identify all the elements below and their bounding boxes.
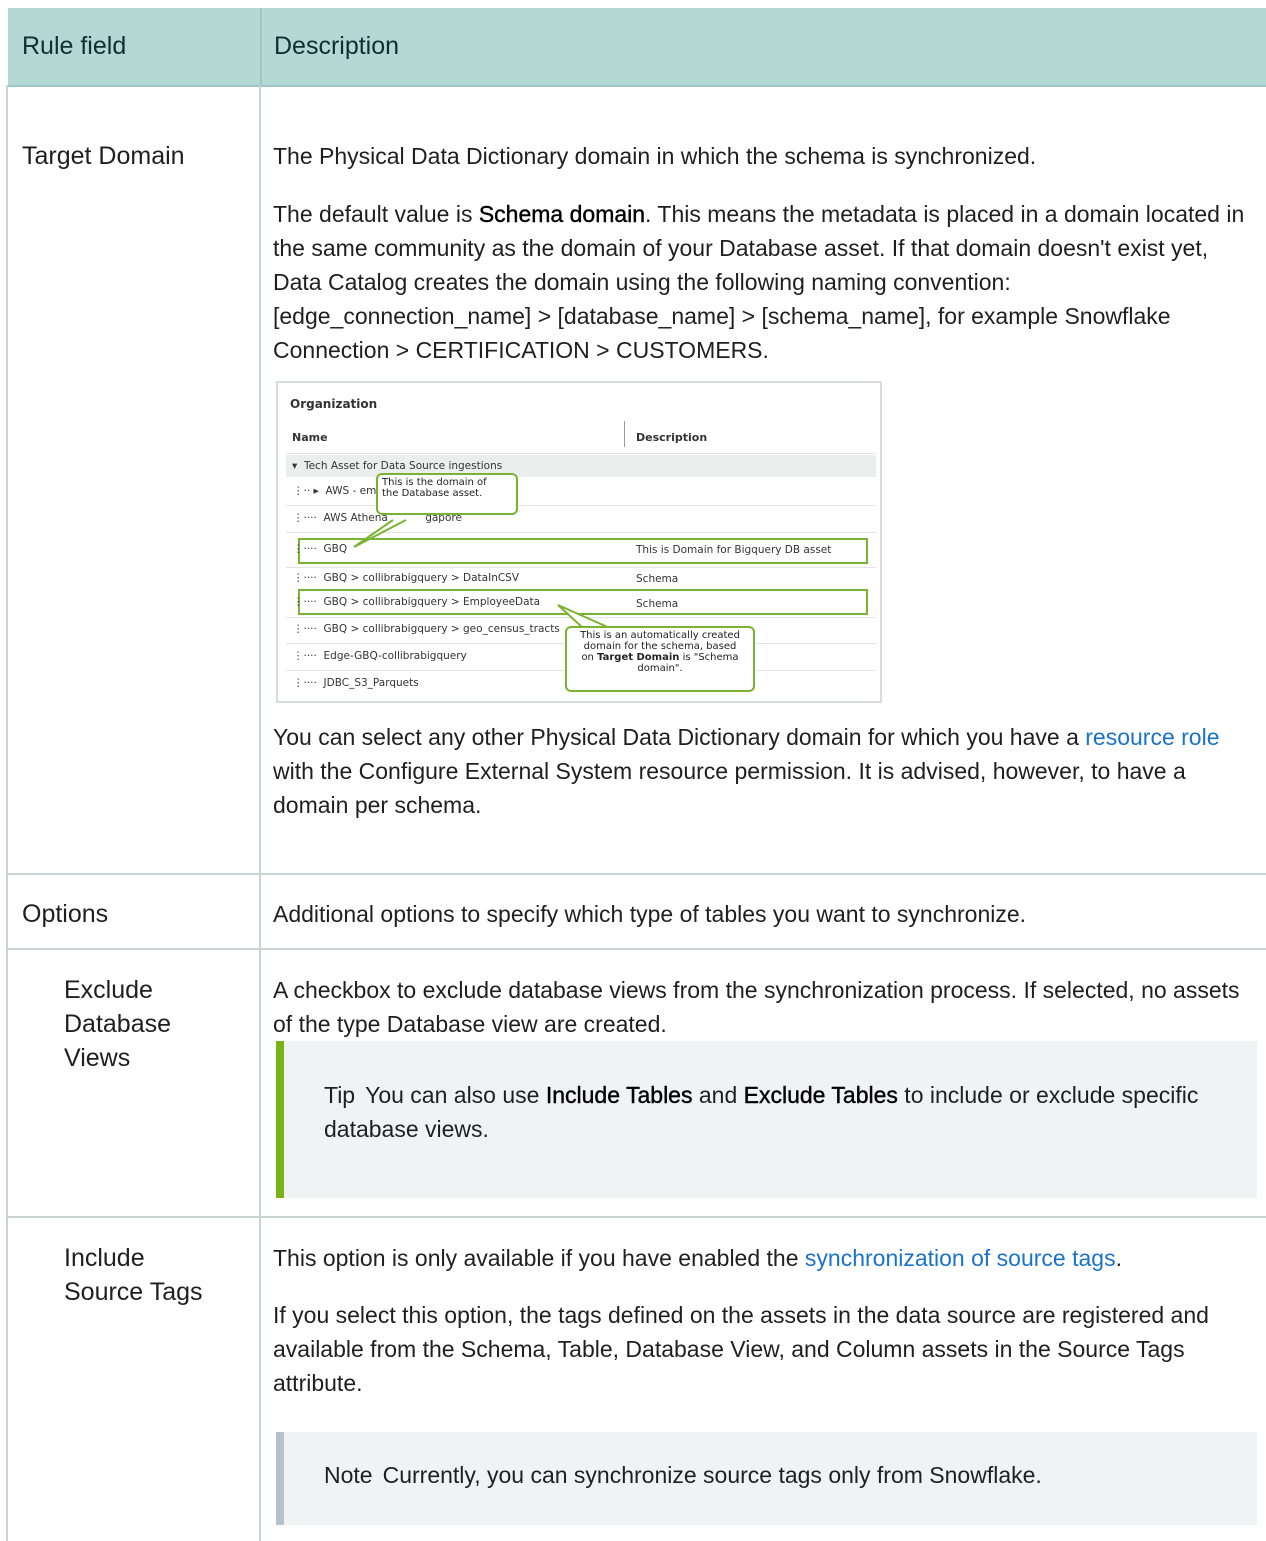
- desc-2-text-before: The default value is: [273, 201, 479, 227]
- header-rule-field: Rule field: [22, 32, 127, 60]
- source-tags-desc-1: This option is only available if you hav…: [273, 1241, 1263, 1275]
- field-source-tags-line1: Include: [64, 1244, 145, 1272]
- bubble1-line1: This is the domain of: [382, 477, 487, 488]
- header-divider: [260, 8, 262, 85]
- row-divider: [8, 873, 1266, 875]
- source-tags-desc-2: If you select this option, the tags defi…: [273, 1302, 1209, 1396]
- tip-text: Tip You can also use Include Tables and E…: [324, 1078, 1224, 1146]
- target-domain-desc-2: The default value is Schema domain. This…: [273, 197, 1263, 367]
- field-target-domain: Target Domain: [22, 142, 185, 170]
- field-exclude-line1: Exclude: [64, 976, 153, 1004]
- field-exclude-line3: Views: [64, 1044, 131, 1072]
- note-body: Currently, you can synchronize source ta…: [382, 1462, 1042, 1488]
- bubble2-line2: domain for the schema, based: [583, 641, 737, 652]
- note-callout: Note Currently, you can synchronize sourc…: [276, 1432, 1257, 1525]
- bubble2-line1: This is an automatically created: [580, 630, 740, 641]
- tip-text-mid: and: [692, 1082, 744, 1108]
- organization-screenshot: Organization Name Description ▾ Tech Ass…: [276, 381, 882, 703]
- options-desc: Additional options to specify which type…: [273, 901, 1027, 927]
- target-domain-desc-3: You can select any other Physical Data D…: [273, 720, 1263, 822]
- callout-bubble-schema-domain: This is an automatically created domain …: [565, 626, 755, 692]
- field-exclude-database-views: Exclude Database Views: [64, 973, 171, 1075]
- source-tags-text-after: .: [1115, 1245, 1122, 1271]
- source-tags-text-before: This option is only available if you hav…: [273, 1245, 805, 1271]
- bubble2-line3-bold: Target Domain: [597, 652, 680, 663]
- column-divider: [259, 85, 261, 1541]
- field-source-tags-line2: Source Tags: [64, 1278, 203, 1306]
- resource-role-link[interactable]: resource role: [1085, 724, 1219, 750]
- bubble2-line3-after: is "Schema: [679, 652, 739, 663]
- field-include-source-tags: Include Source Tags: [64, 1241, 203, 1309]
- bubble2-line3: on Target Domain is "Schema: [571, 652, 749, 663]
- desc-2-bold: Schema domain: [478, 201, 646, 227]
- field-options: Options: [22, 900, 109, 928]
- tip-include-tables: Include Tables: [545, 1082, 693, 1108]
- note-text: Note Currently, you can synchronize sourc…: [324, 1458, 1224, 1492]
- bubble2-line3-before: on: [581, 652, 598, 663]
- tip-callout: Tip You can also use Include Tables and E…: [276, 1041, 1257, 1198]
- bubble2-line4: domain".: [637, 663, 683, 674]
- tip-exclude-tables: Exclude Tables: [743, 1082, 898, 1108]
- tip-bar: [276, 1041, 284, 1198]
- bubble1-line2: the Database asset.: [382, 488, 483, 499]
- tip-label: Tip: [324, 1082, 356, 1108]
- note-bar: [276, 1432, 284, 1525]
- desc-3-text-before: You can select any other Physical Data D…: [273, 724, 1086, 750]
- row-divider: [8, 1216, 1266, 1218]
- row-divider: [8, 948, 1266, 950]
- table-left-border: [6, 85, 8, 1541]
- bubble1-pointer: [353, 519, 407, 548]
- exclude-views-desc: A checkbox to exclude database views fro…: [273, 977, 1240, 1037]
- callout-bubble-database-domain: This is the domain of the Database asset…: [376, 473, 518, 515]
- table-header: Rule field Description: [8, 8, 1266, 87]
- synchronization-of-source-tags-link[interactable]: synchronization of source tags: [805, 1245, 1116, 1271]
- header-description: Description: [274, 32, 400, 60]
- desc-3-text-after: with the Configure External System resou…: [273, 758, 1186, 818]
- tip-text-before: You can also use: [365, 1082, 546, 1108]
- field-exclude-line2: Database: [64, 1010, 172, 1038]
- note-label: Note: [324, 1462, 373, 1488]
- target-domain-desc-1: The Physical Data Dictionary domain in w…: [273, 143, 1037, 169]
